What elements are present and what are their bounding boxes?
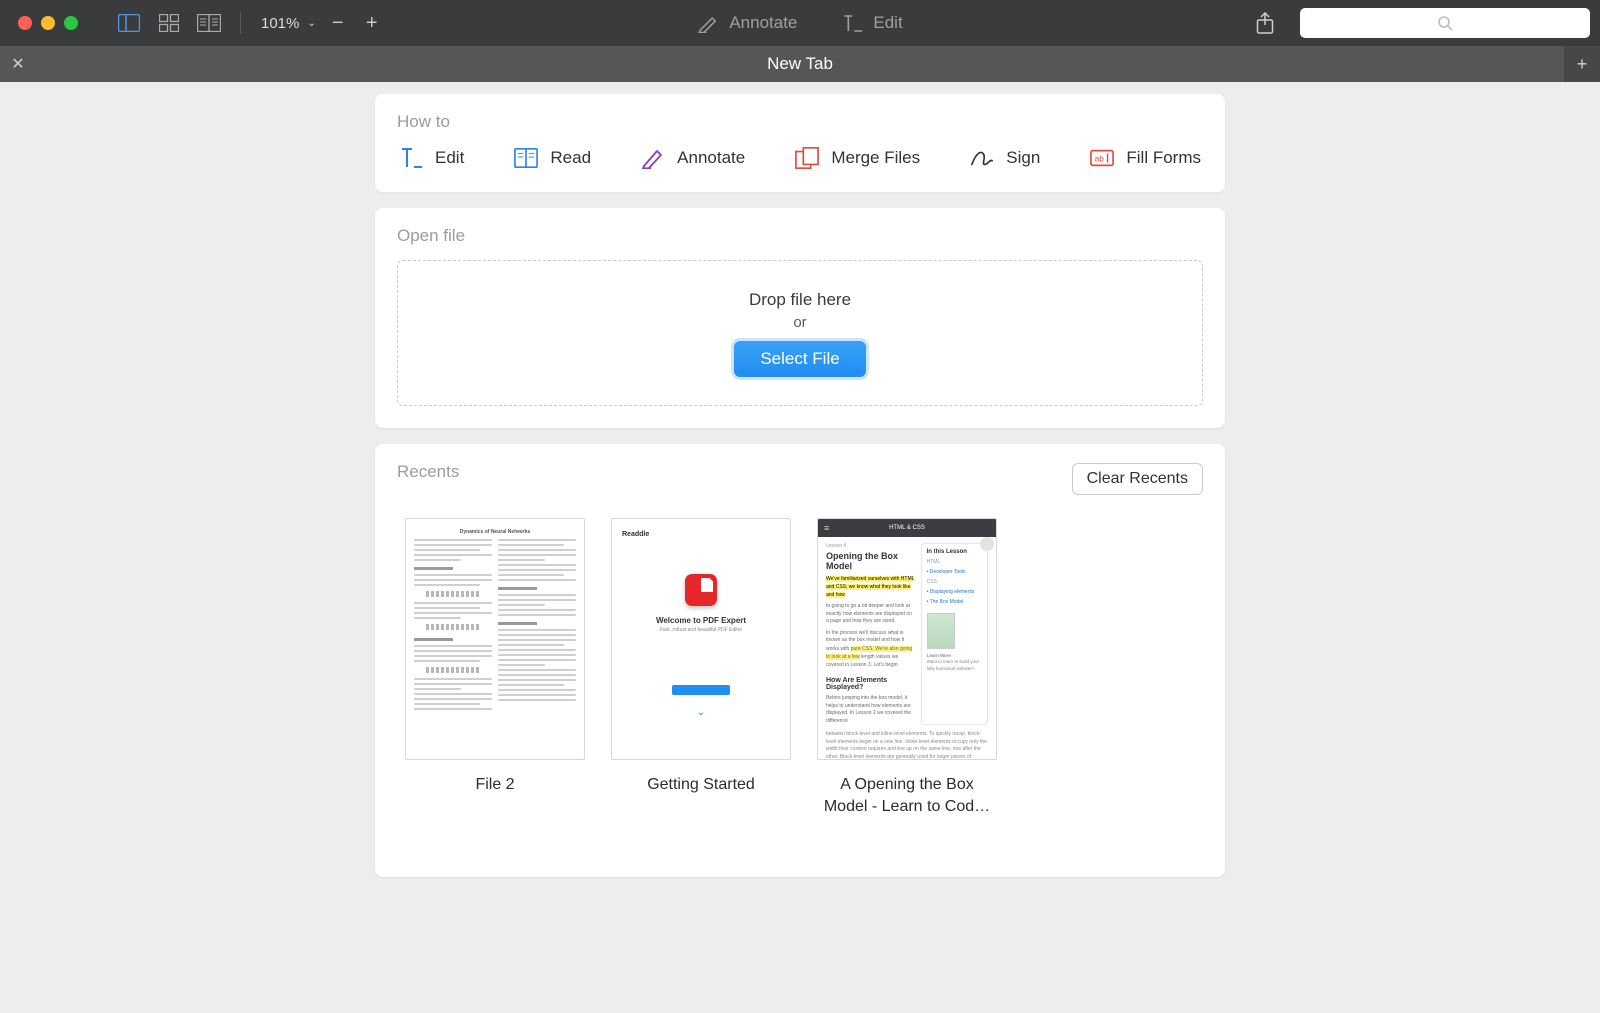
recent-file-item[interactable]: Dynamics of Neural Networks — [405, 518, 585, 817]
thumb-welcome-title: Welcome to PDF Expert — [656, 616, 746, 625]
signature-icon — [970, 146, 994, 170]
new-tab-button[interactable]: + — [1564, 46, 1600, 82]
howto-item-read[interactable]: Read — [514, 146, 591, 170]
howto-item-sign[interactable]: Sign — [970, 146, 1040, 170]
drop-or-text: or — [793, 314, 806, 331]
edit-mode-label: Edit — [873, 13, 902, 33]
share-button[interactable] — [1250, 8, 1280, 38]
file-drop-zone[interactable]: Drop file here or Select File — [397, 260, 1203, 406]
thumb-get-started-button — [672, 685, 730, 695]
recent-thumbnail: ≡HTML & CSS Lesson 4 Opening the Box Mod… — [817, 518, 997, 760]
recents-grid: Dynamics of Neural Networks — [397, 518, 1203, 817]
search-input[interactable] — [1300, 8, 1590, 38]
search-icon — [1437, 15, 1453, 31]
recent-file-label: A Opening the Box Model - Learn to Cod… — [817, 774, 997, 817]
pdf-app-icon — [685, 574, 717, 606]
howto-item-fill-forms[interactable]: ab Fill Forms — [1090, 146, 1201, 170]
thumb-brand: Readdle — [622, 531, 649, 538]
zoom-value: 101% — [261, 15, 299, 32]
zoom-dropdown[interactable]: 101% ⌄ — [261, 15, 316, 32]
chevron-down-icon: ⌄ — [307, 18, 315, 29]
toolbar-divider — [240, 12, 241, 34]
recent-thumbnail: Dynamics of Neural Networks — [405, 518, 585, 760]
howto-label: Edit — [435, 148, 464, 168]
zoom-in-button[interactable]: + — [360, 12, 384, 35]
thumbnail-view-button[interactable] — [154, 8, 184, 38]
tab-title: New Tab — [767, 54, 833, 74]
window-minimize-button[interactable] — [41, 16, 55, 30]
openfile-section-title: Open file — [397, 226, 1203, 246]
book-icon — [514, 146, 538, 170]
recent-file-label: Getting Started — [647, 774, 755, 796]
recent-thumbnail: Readdle Welcome to PDF Expert Fast, robu… — [611, 518, 791, 760]
close-tab-button[interactable]: ✕ — [0, 54, 36, 74]
howto-item-annotate[interactable]: Annotate — [641, 146, 745, 170]
window-maximize-button[interactable] — [64, 16, 78, 30]
howto-item-merge[interactable]: Merge Files — [795, 146, 920, 170]
howto-label: Annotate — [677, 148, 745, 168]
sidebar-toggle-button[interactable] — [114, 8, 144, 38]
howto-card: How to Edit Read Annotate — [375, 94, 1225, 192]
thumb-welcome-sub: Fast, robust and beautiful PDF Editor — [660, 627, 742, 633]
merge-files-icon — [795, 146, 819, 170]
recents-card: Recents Clear Recents Dynamics of Neural… — [375, 444, 1225, 877]
toolbar-right-group — [1250, 8, 1590, 38]
window-controls — [18, 16, 78, 30]
howto-label: Sign — [1006, 148, 1040, 168]
howto-section-title: How to — [397, 112, 1203, 132]
svg-text:ab: ab — [1095, 154, 1105, 164]
recents-section-title: Recents — [397, 462, 459, 482]
toolbar-center-group: Annotate Edit — [697, 13, 902, 33]
howto-label: Read — [550, 148, 591, 168]
recent-file-item[interactable]: Readdle Welcome to PDF Expert Fast, robu… — [611, 518, 791, 817]
pen-icon — [641, 146, 665, 170]
drop-here-text: Drop file here — [749, 290, 851, 310]
chevron-down-icon: ⌄ — [697, 707, 705, 718]
annotate-mode-label: Annotate — [729, 13, 797, 33]
two-page-view-button[interactable] — [194, 8, 224, 38]
window-close-button[interactable] — [18, 16, 32, 30]
form-field-icon: ab — [1090, 146, 1114, 170]
annotate-mode-button[interactable]: Annotate — [697, 13, 797, 33]
top-toolbar: 101% ⌄ − + Annotate Edit — [0, 0, 1600, 46]
zoom-out-button[interactable]: − — [326, 12, 350, 35]
clear-recents-button[interactable]: Clear Recents — [1072, 463, 1203, 495]
select-file-button[interactable]: Select File — [734, 341, 865, 377]
openfile-card: Open file Drop file here or Select File — [375, 208, 1225, 428]
recent-file-item[interactable]: ≡HTML & CSS Lesson 4 Opening the Box Mod… — [817, 518, 997, 817]
howto-label: Fill Forms — [1126, 148, 1201, 168]
recent-file-label: File 2 — [475, 774, 514, 796]
howto-label: Merge Files — [831, 148, 920, 168]
edit-text-icon — [399, 146, 423, 170]
howto-row: Edit Read Annotate Merge Files — [397, 146, 1203, 170]
tab-bar: ✕ New Tab + — [0, 46, 1600, 82]
edit-mode-button[interactable]: Edit — [841, 13, 902, 33]
howto-item-edit[interactable]: Edit — [399, 146, 464, 170]
page-content: How to Edit Read Annotate — [0, 82, 1600, 877]
